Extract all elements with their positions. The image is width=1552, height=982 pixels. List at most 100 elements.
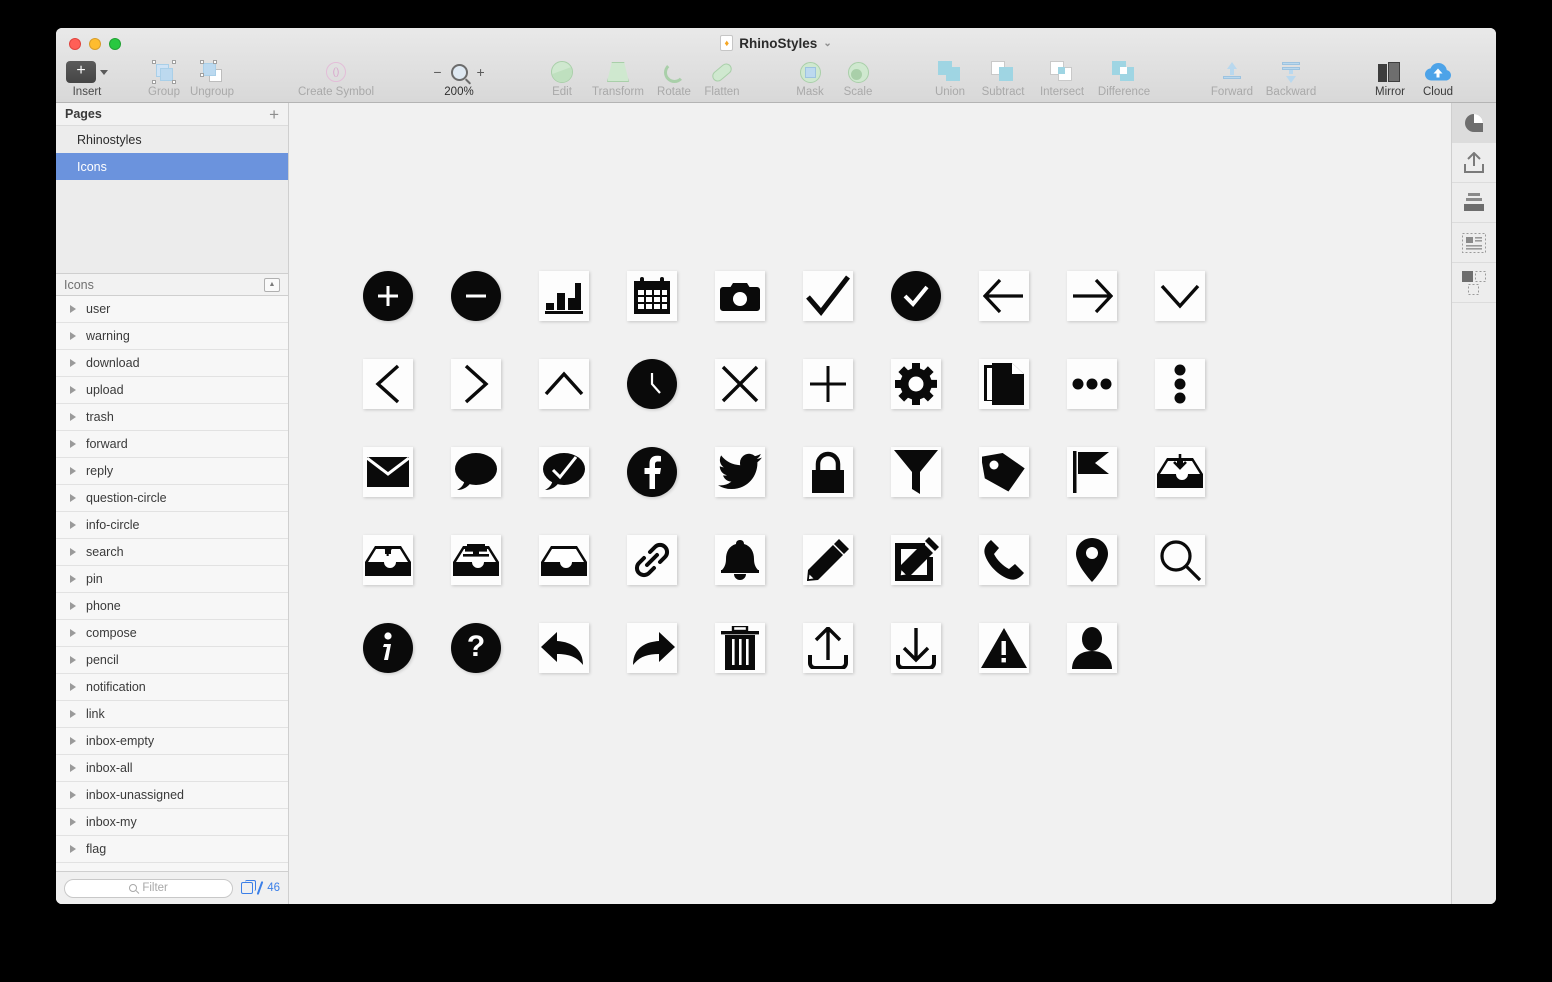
inspector-icon[interactable] — [1452, 103, 1496, 143]
minus-circle-icon[interactable] — [451, 271, 501, 321]
layer-row[interactable]: search — [56, 539, 288, 566]
inbox-all-icon[interactable] — [451, 535, 501, 585]
chevron-right-icon[interactable] — [451, 359, 501, 409]
icon-cell[interactable] — [608, 268, 696, 324]
layer-row[interactable]: inbox-all — [56, 755, 288, 782]
title-chevron-down-icon[interactable]: ⌄ — [823, 38, 831, 49]
disclosure-triangle-icon[interactable] — [70, 737, 76, 745]
canvas-area[interactable]: ? ? — [289, 103, 1451, 904]
toolbar-difference-button[interactable]: Difference — [1092, 56, 1156, 103]
layer-row[interactable]: notification — [56, 674, 288, 701]
layout-panel-icon[interactable] — [1452, 223, 1496, 263]
icon-cell[interactable] — [520, 532, 608, 588]
toolbar-backward-button[interactable]: Backward — [1260, 56, 1322, 103]
toolbar-scale-button[interactable]: Scale — [834, 56, 882, 103]
layer-row[interactable]: compose — [56, 620, 288, 647]
toolbar-forward-button[interactable]: Forward — [1204, 56, 1260, 103]
disclosure-triangle-icon[interactable] — [70, 602, 76, 610]
layer-row[interactable]: forward — [56, 431, 288, 458]
toolbar-mask-button[interactable]: Mask — [786, 56, 834, 103]
twitter-icon[interactable] — [715, 447, 765, 497]
user-icon[interactable] — [1067, 623, 1117, 673]
disclosure-triangle-icon[interactable] — [70, 764, 76, 772]
icon-cell[interactable] — [960, 356, 1048, 412]
toolbar-cloud-button[interactable]: Cloud — [1414, 56, 1462, 103]
icon-cell[interactable] — [696, 268, 784, 324]
icon-cell[interactable] — [432, 356, 520, 412]
icon-cell[interactable] — [1136, 268, 1224, 324]
filter-funnel-icon[interactable] — [891, 447, 941, 497]
collapse-layers-button[interactable]: ▲ — [264, 277, 280, 292]
disclosure-triangle-icon[interactable] — [70, 575, 76, 583]
icon-cell[interactable] — [872, 356, 960, 412]
disclosure-triangle-icon[interactable] — [70, 521, 76, 529]
disclosure-triangle-icon[interactable] — [70, 359, 76, 367]
layer-row[interactable]: inbox-my — [56, 809, 288, 836]
icon-cell[interactable] — [784, 620, 872, 676]
disclosure-triangle-icon[interactable] — [70, 413, 76, 421]
layer-row[interactable]: user — [56, 296, 288, 323]
page-item-icons[interactable]: Icons — [56, 153, 288, 180]
toolbar-flatten-button[interactable]: Flatten — [698, 56, 746, 103]
layer-row[interactable]: question-circle — [56, 485, 288, 512]
layer-row[interactable]: trash — [56, 404, 288, 431]
icon-cell[interactable] — [784, 532, 872, 588]
icon-cell[interactable] — [696, 532, 784, 588]
link-icon[interactable] — [627, 535, 677, 585]
toolbar-intersect-button[interactable]: Intersect — [1032, 56, 1092, 103]
layer-row[interactable]: info-circle — [56, 512, 288, 539]
layers-list[interactable]: user warning download upload trash forwa… — [56, 296, 288, 871]
icon-cell[interactable] — [344, 444, 432, 500]
toolbar-transform-button[interactable]: Transform — [586, 56, 650, 103]
chat-bubble-icon[interactable] — [451, 447, 501, 497]
icon-cell[interactable] — [344, 268, 432, 324]
disclosure-triangle-icon[interactable] — [70, 791, 76, 799]
notification-bell-icon[interactable] — [715, 535, 765, 585]
copy-icon[interactable] — [241, 879, 256, 894]
layer-row[interactable]: upload — [56, 377, 288, 404]
disclosure-triangle-icon[interactable] — [70, 629, 76, 637]
icon-cell[interactable] — [520, 356, 608, 412]
toolbar-create-symbol-button[interactable]: Create Symbol — [288, 56, 384, 103]
document-title-bar[interactable]: ♦ RhinoStyles ⌄ — [56, 35, 1496, 51]
disclosure-triangle-icon[interactable] — [70, 656, 76, 664]
plus-icon[interactable] — [803, 359, 853, 409]
icon-cell[interactable] — [608, 356, 696, 412]
phone-icon[interactable] — [979, 535, 1029, 585]
icon-cell[interactable] — [344, 620, 432, 676]
ellipsis-horizontal-icon[interactable] — [1067, 359, 1117, 409]
facebook-icon[interactable] — [627, 447, 677, 497]
disclosure-triangle-icon[interactable] — [70, 494, 76, 502]
toolbar-union-button[interactable]: Union — [926, 56, 974, 103]
icon-cell[interactable] — [960, 532, 1048, 588]
disclosure-triangle-icon[interactable] — [70, 332, 76, 340]
camera-icon[interactable] — [715, 271, 765, 321]
icon-cell[interactable] — [1136, 356, 1224, 412]
arrow-right-icon[interactable] — [1067, 271, 1117, 321]
layer-row[interactable]: pin — [56, 566, 288, 593]
pencil-icon[interactable] — [803, 535, 853, 585]
layer-row[interactable]: inbox-empty — [56, 728, 288, 755]
icon-cell[interactable] — [960, 268, 1048, 324]
disclosure-triangle-icon[interactable] — [70, 683, 76, 691]
layer-row[interactable]: flag — [56, 836, 288, 863]
icon-cell[interactable] — [784, 356, 872, 412]
envelope-icon[interactable] — [363, 447, 413, 497]
icon-cell[interactable] — [1136, 444, 1224, 500]
icon-cell[interactable] — [608, 532, 696, 588]
add-page-button[interactable]: + — [269, 106, 279, 123]
download-icon[interactable] — [891, 623, 941, 673]
icon-cell[interactable] — [608, 444, 696, 500]
layer-row[interactable]: pencil — [56, 647, 288, 674]
calendar-icon[interactable] — [627, 271, 677, 321]
layer-row[interactable]: download — [56, 350, 288, 377]
layer-row[interactable]: warning — [56, 323, 288, 350]
icon-cell[interactable] — [872, 444, 960, 500]
chat-bubble-check-icon[interactable] — [539, 447, 589, 497]
export-panel-icon[interactable] — [1452, 143, 1496, 183]
selection-panel-icon[interactable] — [1452, 263, 1496, 303]
icon-cell[interactable] — [1048, 356, 1136, 412]
question-circle-icon[interactable]: ? — [451, 623, 501, 673]
icon-cell[interactable] — [432, 532, 520, 588]
plus-circle-icon[interactable] — [363, 271, 413, 321]
